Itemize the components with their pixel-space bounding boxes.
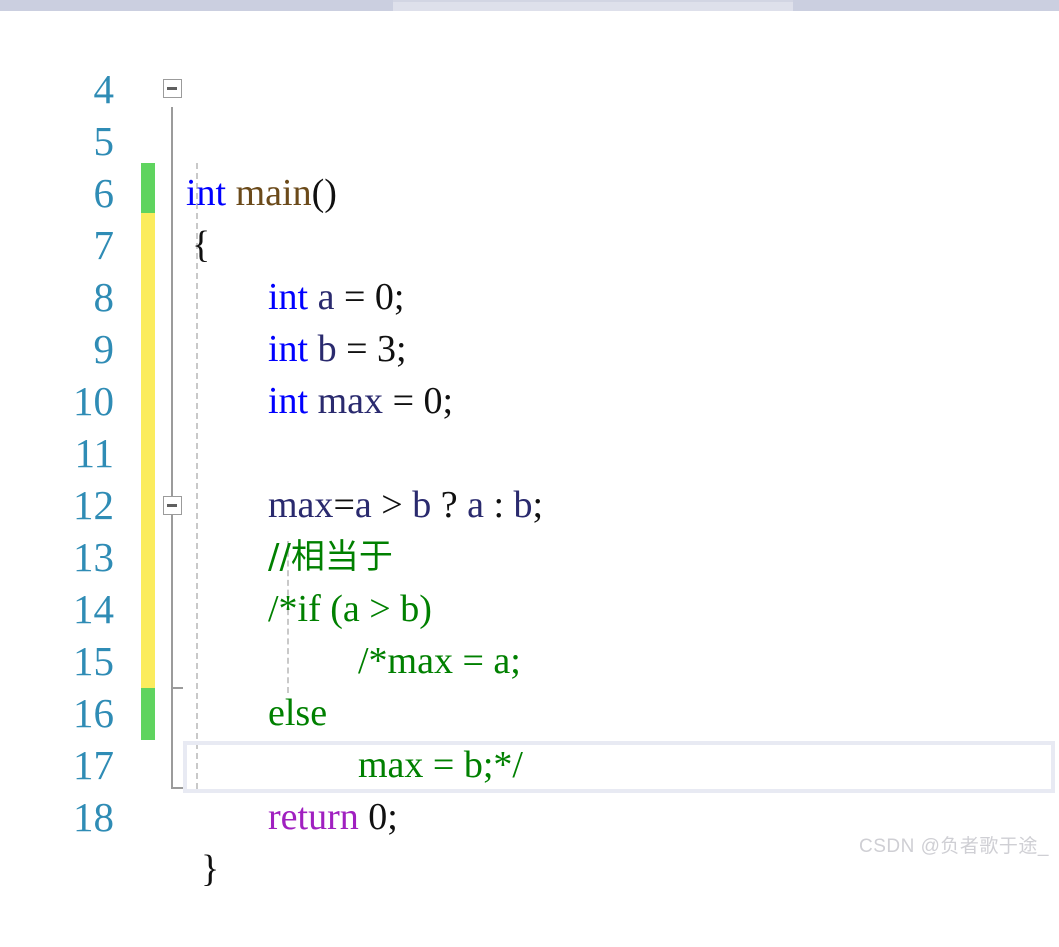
code-line-14[interactable]: 14 /*max = a; <box>0 531 1059 682</box>
line-number-18: 18 <box>73 794 114 840</box>
code-text-18: } <box>201 843 219 895</box>
code-line-5[interactable]: 5 int main() <box>0 63 1059 214</box>
code-text-17: return 0; <box>268 791 398 843</box>
code-line-9[interactable]: 9 int max = 0; <box>0 271 1059 422</box>
code-line-15[interactable]: 15 else <box>0 583 1059 734</box>
code-editor-surface[interactable]: 4 5 int main() 6 { 7 int a = 0; 8 int b … <box>0 11 1059 890</box>
scrollbar-thumb-right[interactable] <box>793 0 1059 11</box>
code-line-7[interactable]: 7 int a = 0; <box>0 167 1059 318</box>
code-line-18[interactable]: 18 } <box>0 739 1059 890</box>
code-line-6[interactable]: 6 { <box>0 115 1059 266</box>
code-line-16[interactable]: 16 max = b;*/ <box>0 635 1059 786</box>
csdn-watermark: CSDN @负者歌于途_ <box>859 836 1049 857</box>
code-line-12[interactable]: 12 //相当于 <box>0 427 1059 577</box>
token-keyword-return: return <box>268 796 359 838</box>
code-line-10[interactable]: 10 <box>0 323 1059 424</box>
code-line-13[interactable]: 13 /*if (a > b) <box>0 479 1059 630</box>
code-line-11[interactable]: 11 max=a > b ? a : b; <box>0 375 1059 526</box>
code-line-4[interactable]: 4 <box>0 11 1059 112</box>
scrollbar-thumb-left[interactable] <box>0 0 393 11</box>
scrollbar-track[interactable] <box>393 2 793 11</box>
token-close-brace: } <box>201 848 220 890</box>
code-line-17[interactable]: 17 return 0; <box>0 687 1059 838</box>
horizontal-scrollbar[interactable] <box>0 0 1059 11</box>
token-return-value: 0; <box>358 796 398 838</box>
code-line-8[interactable]: 8 int b = 3; <box>0 219 1059 370</box>
